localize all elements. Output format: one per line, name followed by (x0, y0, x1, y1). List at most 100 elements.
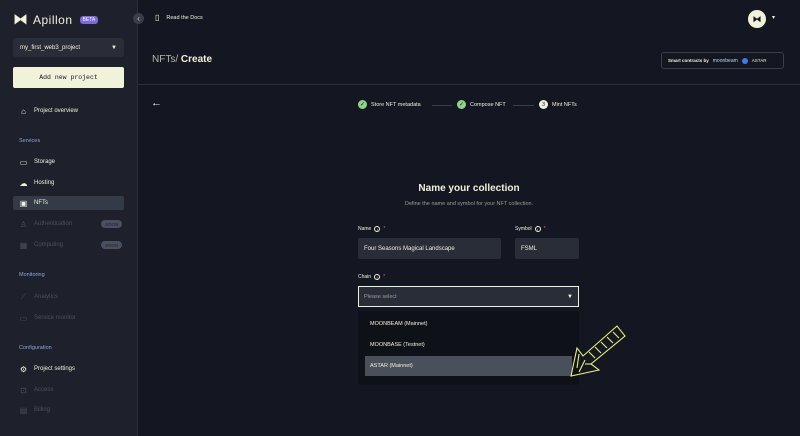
avatar[interactable]: ⧓ (748, 10, 766, 28)
header-divider (138, 84, 800, 85)
smart-contracts-label: Smart contracts by (668, 58, 709, 63)
lock-icon: ⊡ (20, 385, 27, 395)
symbol-label: Symbol i * (515, 226, 546, 232)
chain-dropdown: MOONBEAM (Mainnet) MOONBASE (Testnet) AS… (358, 311, 579, 385)
form-description: Define the name and symbol for your NFT … (404, 201, 534, 207)
sidebar-item-authentication: ♙ Authentication (19, 217, 72, 231)
sidebar-item-label: Authentication (34, 221, 73, 227)
chain-option-moonbase[interactable]: MOONBASE (Testnet) (365, 335, 572, 355)
symbol-field[interactable]: FSML (515, 238, 579, 259)
sidebar-item-label: Storage (34, 159, 56, 165)
chain-option-moonbeam[interactable]: MOONBEAM (Mainnet) (365, 314, 572, 334)
step-store-metadata[interactable]: ✓ Store NFT metadata (358, 100, 421, 109)
sidebar: ⧓ Apillon BETA my_first_web3_project ▼ A… (0, 0, 138, 436)
folder-icon: ▭ (19, 157, 28, 167)
sidebar-item-label: Billing (34, 407, 51, 413)
step-connector (432, 105, 452, 106)
sidebar-item-label: Hosting (34, 180, 55, 186)
page-title: NFTs/ Create (152, 54, 212, 65)
breadcrumb[interactable]: NFTs/ (152, 54, 178, 65)
sidebar-item-service-monitor: ▭ Service monitor (19, 311, 76, 325)
soon-badge: SOON (101, 220, 123, 228)
step-label: Store NFT metadata (371, 101, 421, 108)
step-connector (513, 105, 534, 106)
chain-label-text: Chain (358, 274, 372, 280)
back-arrow-icon[interactable]: ← (151, 97, 162, 109)
step-mint-nfts[interactable]: 3 Mint NFTs (539, 100, 577, 109)
info-icon[interactable]: i (374, 274, 381, 280)
chevron-left-icon: ‹ (137, 14, 140, 23)
info-icon[interactable]: i (374, 226, 381, 232)
name-label: Name i * (358, 226, 385, 232)
add-project-button[interactable]: Add new project (13, 67, 124, 88)
chain-select[interactable]: Please select ▼ (358, 286, 579, 307)
collapse-sidebar-button[interactable]: ‹ (133, 13, 144, 24)
user-icon: ♙ (19, 219, 28, 229)
home-icon: ⌂ (21, 106, 26, 116)
gear-icon: ⚙ (19, 364, 28, 374)
sidebar-item-nfts[interactable]: ▣ NFTs (13, 196, 124, 210)
check-icon: ✓ (457, 100, 466, 109)
nft-icon: ▣ (19, 198, 28, 208)
pointer-arrow-icon (570, 325, 626, 377)
name-field[interactable]: Four Seasons Magical Landscape (358, 238, 501, 259)
project-select[interactable]: my_first_web3_project ▼ (13, 38, 124, 57)
beta-badge: BETA (79, 15, 99, 24)
step-label: Mint NFTs (552, 101, 577, 108)
sidebar-item-label: Computing (34, 242, 64, 248)
app-logo[interactable]: ⧓ Apillon BETA (13, 11, 99, 28)
chain-option-astar[interactable]: ASTAR (Mainnet) (365, 356, 572, 376)
sidebar-item-label: Analytics (34, 294, 59, 300)
sidebar-item-project-overview[interactable]: ⌂ Project overview (19, 104, 78, 118)
chain-label: Chain i * (358, 274, 385, 280)
chip-icon: ▦ (19, 240, 28, 250)
sidebar-item-label: NFTs (34, 200, 48, 206)
project-select-value: my_first_web3_project (20, 44, 81, 51)
logo-text: Apillon (33, 12, 73, 27)
section-services: Services (19, 138, 41, 144)
cloud-icon: ☁ (19, 178, 28, 188)
read-docs-link[interactable]: ▯ Read the Docs (155, 13, 203, 22)
sidebar-item-analytics: ⟋ Analytics (19, 290, 58, 304)
soon-badge: SOON (101, 241, 123, 249)
sidebar-item-label: Access (34, 387, 54, 393)
page-title-text: Create (180, 54, 213, 65)
chevron-down-icon[interactable]: ▾ (772, 14, 775, 21)
step-label: Compose NFT (470, 101, 506, 108)
moonbeam-logo: moonbeam (712, 57, 738, 64)
form-title: Name your collection (418, 183, 520, 194)
section-configuration: Configuration (19, 345, 52, 351)
apillon-logo-icon: ⧓ (13, 11, 28, 28)
chain-select-placeholder: Please select (364, 293, 397, 300)
required-marker: * (383, 274, 386, 280)
sidebar-item-storage[interactable]: ▭ Storage (19, 155, 55, 169)
sidebar-item-label: Project settings (34, 366, 76, 372)
monitor-icon: ▭ (19, 313, 28, 323)
info-icon[interactable]: i (534, 226, 541, 232)
document-icon: ▯ (155, 13, 160, 22)
apillon-logo-icon: ⧓ (752, 13, 762, 24)
step-compose-nft[interactable]: ✓ Compose NFT (457, 100, 506, 109)
read-docs-label: Read the Docs (166, 14, 203, 21)
required-marker: * (543, 226, 546, 232)
card-icon: ▤ (19, 405, 28, 415)
smart-contracts-badge: Smart contracts by moonbeam ASTAR (661, 52, 784, 69)
sidebar-item-computing: ▦ Computing (19, 238, 63, 252)
sidebar-item-access: ⊡ Access (19, 383, 53, 397)
sidebar-item-label: Project overview (34, 108, 79, 114)
required-marker: * (383, 226, 386, 232)
check-icon: ✓ (358, 100, 367, 109)
name-label-text: Name (358, 226, 372, 232)
sidebar-item-project-settings[interactable]: ⚙ Project settings (19, 362, 75, 376)
symbol-label-text: Symbol (515, 226, 532, 232)
section-monitoring: Monitoring (19, 272, 45, 278)
chevron-down-icon: ▼ (111, 44, 117, 51)
sidebar-item-label: Service monitor (34, 315, 76, 321)
astar-logo: ASTAR (751, 58, 767, 63)
sidebar-item-billing: ▤ Billing (19, 403, 50, 417)
astar-icon (741, 57, 748, 64)
step-number: 3 (539, 100, 548, 109)
caret-down-icon: ▼ (567, 293, 573, 300)
sidebar-item-hosting[interactable]: ☁ Hosting (19, 176, 55, 190)
chart-icon: ⟋ (20, 292, 27, 301)
